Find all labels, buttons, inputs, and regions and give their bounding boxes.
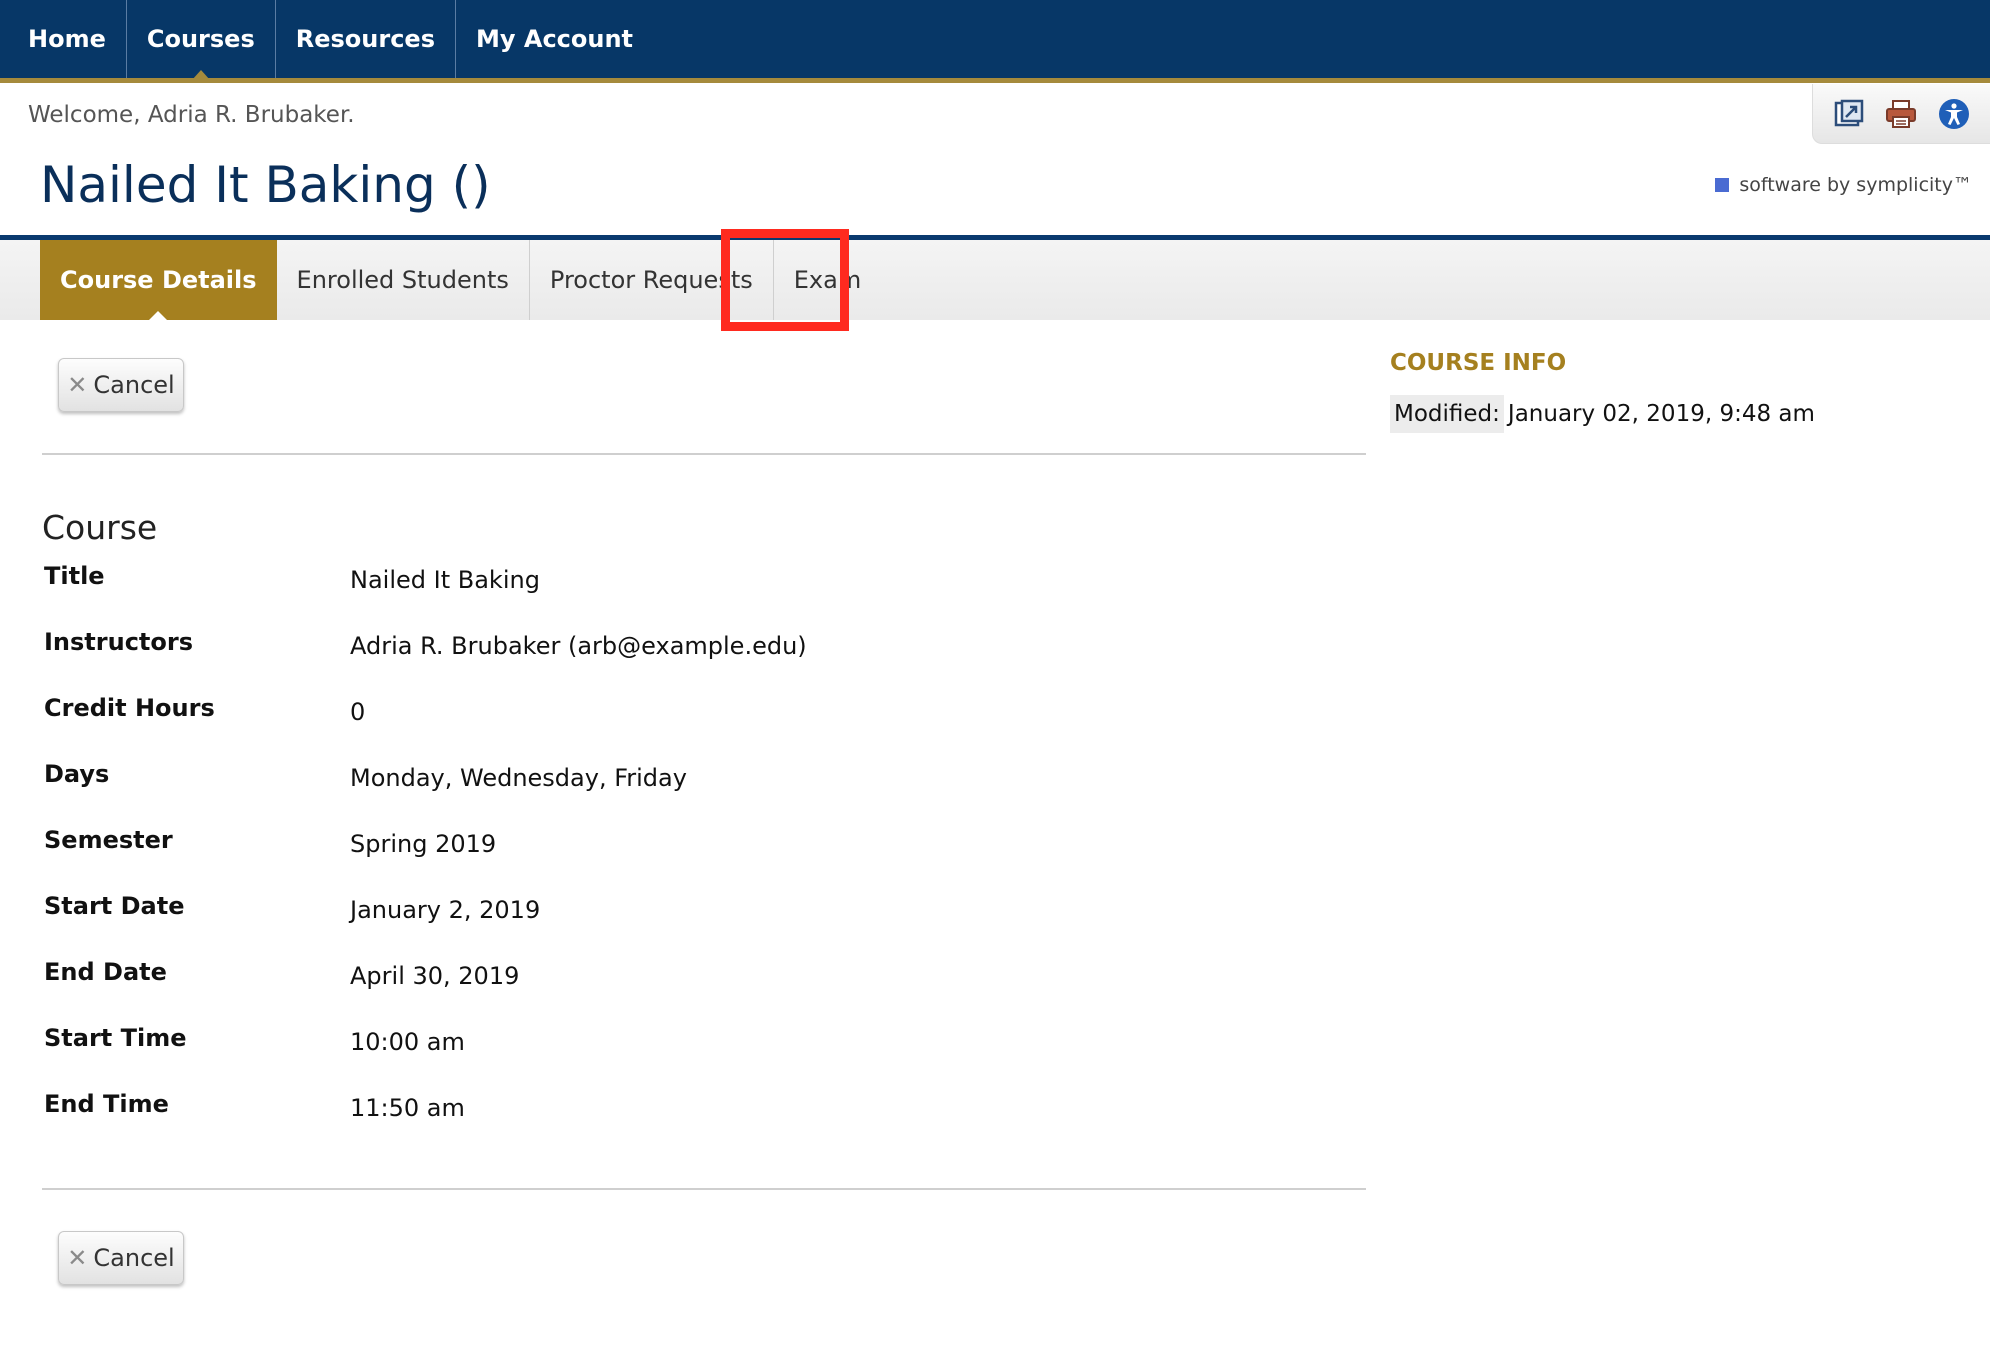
field-value: Nailed It Baking	[350, 566, 540, 594]
cancel-button-bottom[interactable]: ✕ Cancel	[58, 1231, 184, 1285]
field-value: Adria R. Brubaker (arb@example.edu)	[350, 632, 807, 660]
cancel-label: Cancel	[93, 371, 175, 399]
top-navigation: Home Courses Resources My Account	[0, 0, 1990, 83]
vendor-logo: software by symplicity™	[1715, 174, 1972, 196]
field-label: End Time	[44, 1090, 169, 1118]
field-value: 11:50 am	[350, 1094, 465, 1122]
field-label: Instructors	[44, 628, 194, 656]
printer-icon[interactable]	[1884, 97, 1918, 131]
field-row: Start Time 10:00 am	[44, 1010, 1344, 1076]
nav-resources[interactable]: Resources	[276, 0, 456, 78]
tab-enrolled-students[interactable]: Enrolled Students	[277, 240, 530, 320]
modified-info: Modified: January 02, 2019, 9:48 am	[1390, 394, 1815, 434]
nav-courses[interactable]: Courses	[127, 0, 276, 80]
course-fields: Title Nailed It Baking Instructors Adria…	[44, 548, 1344, 1142]
field-row: Days Monday, Wednesday, Friday	[44, 746, 1344, 812]
field-value: April 30, 2019	[350, 962, 520, 990]
modified-label: Modified:	[1390, 395, 1504, 433]
divider-top	[42, 453, 1366, 455]
field-label: Days	[44, 760, 110, 788]
tab-course-details[interactable]: Course Details	[40, 240, 277, 321]
field-value: 10:00 am	[350, 1028, 465, 1056]
page-tools	[1812, 84, 1990, 144]
nav-home[interactable]: Home	[0, 0, 127, 78]
divider-bottom	[42, 1188, 1366, 1190]
section-title: Course	[42, 508, 158, 547]
tab-bar: Course Details Enrolled Students Proctor…	[0, 240, 1990, 321]
exam-tab-highlight	[721, 229, 849, 331]
field-value: January 2, 2019	[350, 896, 541, 924]
field-label: Semester	[44, 826, 173, 854]
close-icon: ✕	[67, 371, 88, 399]
close-icon: ✕	[67, 1244, 88, 1272]
field-row: End Time 11:50 am	[44, 1076, 1344, 1142]
cancel-button-top[interactable]: ✕ Cancel	[58, 358, 184, 412]
nav-menu: Home Courses Resources My Account	[0, 0, 653, 80]
vendor-logo-icon	[1715, 178, 1730, 192]
field-label: Credit Hours	[44, 694, 215, 722]
field-value: Spring 2019	[350, 830, 497, 858]
field-row: Credit Hours 0	[44, 680, 1344, 746]
field-label: Start Time	[44, 1024, 187, 1052]
field-row: Title Nailed It Baking	[44, 548, 1344, 614]
cancel-label: Cancel	[93, 1244, 175, 1272]
page-title: Nailed It Baking ()	[40, 156, 491, 214]
nav-my-account[interactable]: My Account	[456, 0, 653, 78]
nav-accent-line	[0, 78, 1990, 83]
field-label: Title	[44, 562, 105, 590]
field-value: 0	[350, 698, 366, 726]
field-value: Monday, Wednesday, Friday	[350, 764, 687, 792]
accessibility-icon[interactable]	[1937, 97, 1971, 131]
modified-value: January 02, 2019, 9:48 am	[1507, 401, 1815, 427]
field-label: End Date	[44, 958, 167, 986]
field-label: Start Date	[44, 892, 185, 920]
field-row: Start Date January 2, 2019	[44, 878, 1344, 944]
vendor-text: software by symplicity™	[1739, 174, 1972, 196]
welcome-message: Welcome, Adria R. Brubaker.	[28, 102, 355, 128]
course-info-title: COURSE INFO	[1390, 350, 1567, 376]
field-row: End Date April 30, 2019	[44, 944, 1344, 1010]
field-row: Instructors Adria R. Brubaker (arb@examp…	[44, 614, 1344, 680]
field-row: Semester Spring 2019	[44, 812, 1344, 878]
external-link-icon[interactable]	[1832, 97, 1866, 131]
